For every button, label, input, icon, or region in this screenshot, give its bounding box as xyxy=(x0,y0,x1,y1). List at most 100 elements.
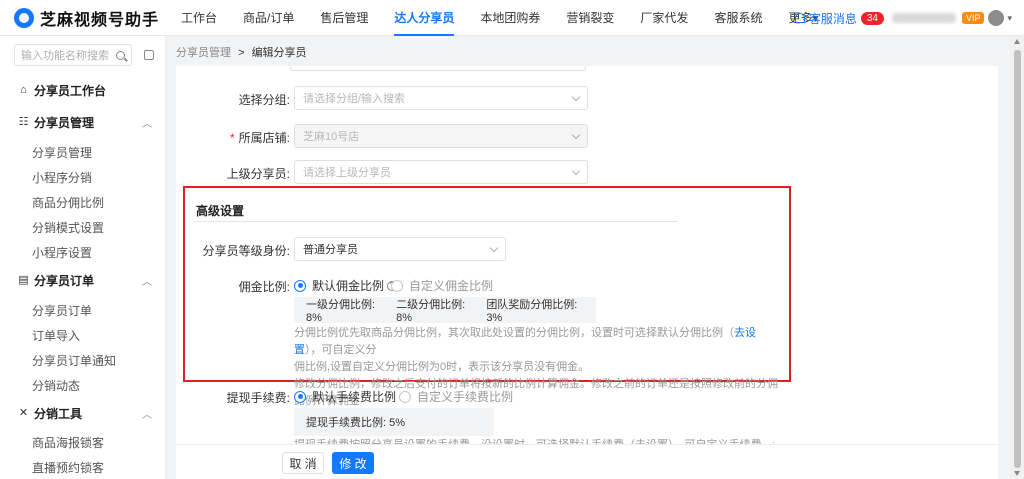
chevron-down-icon xyxy=(489,243,499,252)
parent-sharer-select[interactable]: 请选择上级分享员 xyxy=(294,160,588,184)
commission-default-radio[interactable]: 默认佣金比例 ? xyxy=(294,277,398,294)
sidebar-section-sharer-mgmt[interactable]: ☷ 分享员管理 ︿ xyxy=(18,114,156,131)
vip-badge: VIP xyxy=(961,12,985,24)
avatar[interactable] xyxy=(988,10,1005,26)
breadcrumb-current: 编辑分享员 xyxy=(251,47,307,59)
bell-icon[interactable] xyxy=(794,13,805,23)
commission-rates-box: 一级分佣比例: 8% 二级分佣比例: 8% 团队奖励分佣比例: 3% xyxy=(294,297,596,324)
radio-checked-icon xyxy=(294,279,306,292)
nav-item-sharers[interactable]: 达人分享员 xyxy=(381,0,467,36)
group-placeholder: 请选择分组/输入搜索 xyxy=(303,93,406,105)
order-icon: ▤ xyxy=(18,274,29,286)
breadcrumb-parent[interactable]: 分享员管理 xyxy=(176,47,231,59)
rate-level2: 二级分佣比例: 8% xyxy=(396,299,466,324)
nav-item-local-coupons[interactable]: 本地团购券 xyxy=(467,0,553,36)
radio-checked-icon xyxy=(294,390,306,403)
calendar-icon[interactable] xyxy=(144,50,154,60)
submit-button[interactable]: 修 改 xyxy=(332,452,374,474)
sidebar-section-dist-tools[interactable]: ✕ 分销工具 ︿ xyxy=(18,405,156,422)
level-select[interactable]: 普通分享员 xyxy=(294,237,506,261)
sidebar-item-order-notify[interactable]: 分享员订单通知 xyxy=(32,352,116,369)
menu-search-placeholder: 输入功能名称搜索 xyxy=(21,50,109,62)
store-label: * 所属店铺: xyxy=(206,129,290,146)
withdraw-note: 提现手续费按照分享员设置的手续费，没设置时，可选择默认手续费（去设置），可自定义… xyxy=(294,437,774,444)
nav-item-after-sales[interactable]: 售后管理 xyxy=(307,0,381,36)
scrolled-field-edge xyxy=(290,66,586,71)
sidebar-section-label: 分享员订单 xyxy=(34,274,95,288)
withdraw-custom-radio[interactable]: 自定义手续费比例 xyxy=(399,388,513,405)
chevron-down-icon xyxy=(571,166,581,175)
rate-team: 团队奖励分佣比例: 3% xyxy=(486,299,578,324)
sidebar-item-sharer-orders[interactable]: 分享员订单 xyxy=(32,302,92,319)
chevron-down-icon[interactable]: ▾ xyxy=(1007,13,1012,24)
commission-note-line1: 分佣比例优先取商品分佣比例，其次取此处设置的分佣比例，设置时可选择默认分佣比例（… xyxy=(294,325,778,359)
sidebar-section-label: 分销工具 xyxy=(34,407,83,421)
required-mark: * xyxy=(229,131,235,145)
nav-item-dropship[interactable]: 厂家代发 xyxy=(627,0,701,36)
store-select[interactable]: 芝麻10号店 xyxy=(294,124,588,148)
sidebar-section-label: 分享员管理 xyxy=(34,116,95,130)
sidebar-item-order-import[interactable]: 订单导入 xyxy=(32,327,80,344)
note-text: 分佣比例优先取商品分佣比例，其次取此处设置的分佣比例，设置时可选择默认分佣比例（ xyxy=(294,327,734,339)
scroll-up-icon[interactable] xyxy=(1014,39,1020,44)
app-title: 芝麻视频号助手 xyxy=(40,11,160,29)
top-nav-bar: 芝麻视频号助手 工作台 商品/订单 售后管理 达人分享员 本地团购券 营销裂变 … xyxy=(0,0,1024,36)
withdraw-default-radio[interactable]: 默认手续费比例 ? xyxy=(294,388,410,405)
nav-item-workbench[interactable]: 工作台 xyxy=(168,0,230,36)
service-count-badge: 34 xyxy=(860,11,884,25)
menu-search-input[interactable]: 输入功能名称搜索 xyxy=(14,44,132,66)
sidebar-item-dist-activity[interactable]: 分销动态 xyxy=(32,377,80,394)
withdraw-rate-box: 提现手续费比例: 5% xyxy=(294,408,494,436)
commission-default-label: 默认佣金比例 xyxy=(312,279,385,293)
level-value: 普通分享员 xyxy=(303,244,358,256)
scroll-thumb[interactable] xyxy=(1014,50,1021,468)
chevron-down-icon xyxy=(571,130,581,139)
sidebar-item-live-lock[interactable]: 直播预约锁客 xyxy=(32,459,104,476)
parent-sharer-label: 上级分享员: xyxy=(226,167,290,181)
nav-item-customer-service[interactable]: 客服系统 xyxy=(701,0,775,36)
withdraw-custom-label: 自定义手续费比例 xyxy=(417,390,514,404)
main-nav: 工作台 商品/订单 售后管理 达人分享员 本地团购券 营销裂变 厂家代发 客服系… xyxy=(168,0,831,36)
account-phone-blurred xyxy=(891,13,956,23)
parent-sharer-placeholder: 请选择上级分享员 xyxy=(303,167,391,179)
sidebar-item-sharer-mgmt[interactable]: 分享员管理 xyxy=(32,144,92,161)
cancel-button[interactable]: 取 消 xyxy=(282,452,324,474)
sidebar-item-miniapp-settings[interactable]: 小程序设置 xyxy=(32,244,92,261)
radio-unchecked-icon xyxy=(399,390,411,403)
search-icon[interactable] xyxy=(116,50,125,60)
nav-item-goods-orders[interactable]: 商品/订单 xyxy=(230,0,307,36)
page-scrollbar[interactable] xyxy=(1011,36,1024,479)
commission-note-line2: 佣比例,设置自定义分佣比例为0时，表示该分享员没有佣金。 xyxy=(294,361,590,373)
app-logo[interactable]: 芝麻视频号助手 xyxy=(0,6,168,30)
group-label: 选择分组: xyxy=(238,93,290,107)
nav-item-marketing[interactable]: 营销裂变 xyxy=(553,0,627,36)
advanced-settings-title: 高级设置 xyxy=(196,204,245,218)
withdraw-default-label: 默认手续费比例 xyxy=(312,390,397,404)
withdraw-fee-label: 提现手续费: xyxy=(226,391,290,405)
sidebar: 输入功能名称搜索 ⌂ 分享员工作台 ☷ 分享员管理 ︿ 分享员管理 小程序分销 … xyxy=(0,36,166,479)
section-divider xyxy=(194,221,678,222)
sidebar-item-poster-lock[interactable]: 商品海报锁客 xyxy=(32,434,104,451)
store-label-text: 所属店铺: xyxy=(238,131,290,145)
sidebar-item-miniapp-dist[interactable]: 小程序分销 xyxy=(32,169,92,186)
commission-label: 佣金比例: xyxy=(238,280,290,294)
form-footer: 取 消 修 改 xyxy=(176,444,998,479)
home-icon: ⌂ xyxy=(20,84,27,96)
sidebar-item-workbench[interactable]: ⌂ 分享员工作台 xyxy=(18,82,156,99)
sidebar-section-sharer-orders[interactable]: ▤ 分享员订单 ︿ xyxy=(18,272,156,289)
commission-custom-label: 自定义佣金比例 xyxy=(409,279,494,293)
store-value: 芝麻10号店 xyxy=(303,131,360,143)
tools-icon: ✕ xyxy=(18,407,29,419)
note-text: ），可自定义分 xyxy=(305,344,377,356)
logo-icon xyxy=(14,7,34,28)
sidebar-workbench-label: 分享员工作台 xyxy=(34,84,107,98)
group-select[interactable]: 请选择分组/输入搜索 xyxy=(294,86,588,110)
level-label: 分享员等级身份: xyxy=(202,244,290,258)
commission-custom-radio[interactable]: 自定义佣金比例 xyxy=(391,277,493,294)
scroll-down-icon[interactable] xyxy=(1014,471,1020,476)
sidebar-item-dist-mode[interactable]: 分销模式设置 xyxy=(32,219,104,236)
sidebar-item-goods-commission[interactable]: 商品分佣比例 xyxy=(32,194,104,211)
service-messages-link[interactable]: 客服消息 xyxy=(809,10,857,27)
radio-unchecked-icon xyxy=(391,279,403,292)
chevron-up-icon: ︿ xyxy=(142,277,152,288)
